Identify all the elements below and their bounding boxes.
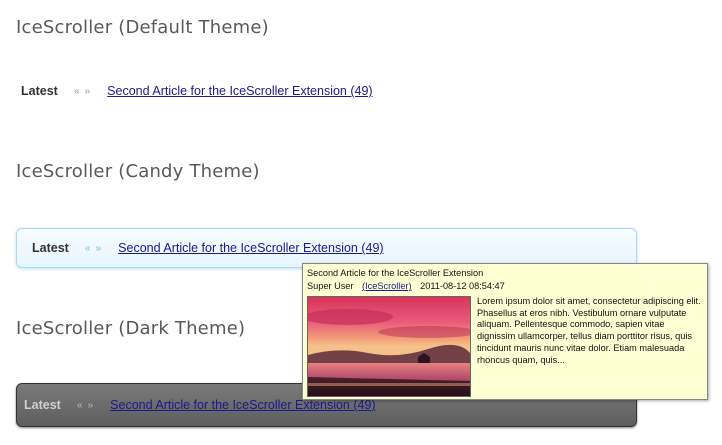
scroller-nav: ‹‹ ›› <box>77 400 94 411</box>
scroller-label: Latest <box>21 84 58 98</box>
next-arrow-icon[interactable]: ›› <box>88 400 94 411</box>
next-arrow-icon[interactable]: ›› <box>96 243 102 254</box>
article-thumbnail-image <box>307 296 471 397</box>
prev-arrow-icon[interactable]: ‹‹ <box>77 400 83 411</box>
article-link[interactable]: Second Article for the IceScroller Exten… <box>107 84 372 98</box>
section-title-default: IceScroller (Default Theme) <box>16 17 269 38</box>
scroller-nav: ‹‹ ›› <box>85 243 102 254</box>
tooltip-title: Second Article for the IceScroller Exten… <box>307 268 484 278</box>
tooltip-body: Lorem ipsum dolor sit amet, consectetur … <box>307 296 703 397</box>
section-title-dark: IceScroller (Dark Theme) <box>16 318 246 339</box>
icescroller-default: Latest ‹‹ ›› Second Article for the IceS… <box>21 82 373 100</box>
prev-arrow-icon[interactable]: ‹‹ <box>85 243 91 254</box>
scroller-label: Latest <box>32 241 69 255</box>
tooltip-category-link[interactable]: (IceScroller) <box>362 281 412 291</box>
tooltip-date: 2011-08-12 08:54:47 <box>420 281 505 291</box>
article-link[interactable]: Second Article for the IceScroller Exten… <box>110 398 375 412</box>
next-arrow-icon[interactable]: ›› <box>85 86 91 97</box>
article-preview-tooltip: Second Article for the IceScroller Exten… <box>302 263 708 400</box>
tooltip-meta: Super User (IceScroller) 2011-08-12 08:5… <box>307 280 703 292</box>
tooltip-excerpt: Lorem ipsum dolor sit amet, consectetur … <box>477 296 701 365</box>
section-title-candy: IceScroller (Candy Theme) <box>16 161 260 182</box>
scroller-nav: ‹‹ ›› <box>74 86 91 97</box>
icescroller-candy: Latest ‹‹ ›› Second Article for the IceS… <box>16 228 637 268</box>
tooltip-author: Super User <box>307 281 354 291</box>
article-link[interactable]: Second Article for the IceScroller Exten… <box>118 241 383 255</box>
prev-arrow-icon[interactable]: ‹‹ <box>74 86 80 97</box>
scroller-label: Latest <box>24 398 61 412</box>
